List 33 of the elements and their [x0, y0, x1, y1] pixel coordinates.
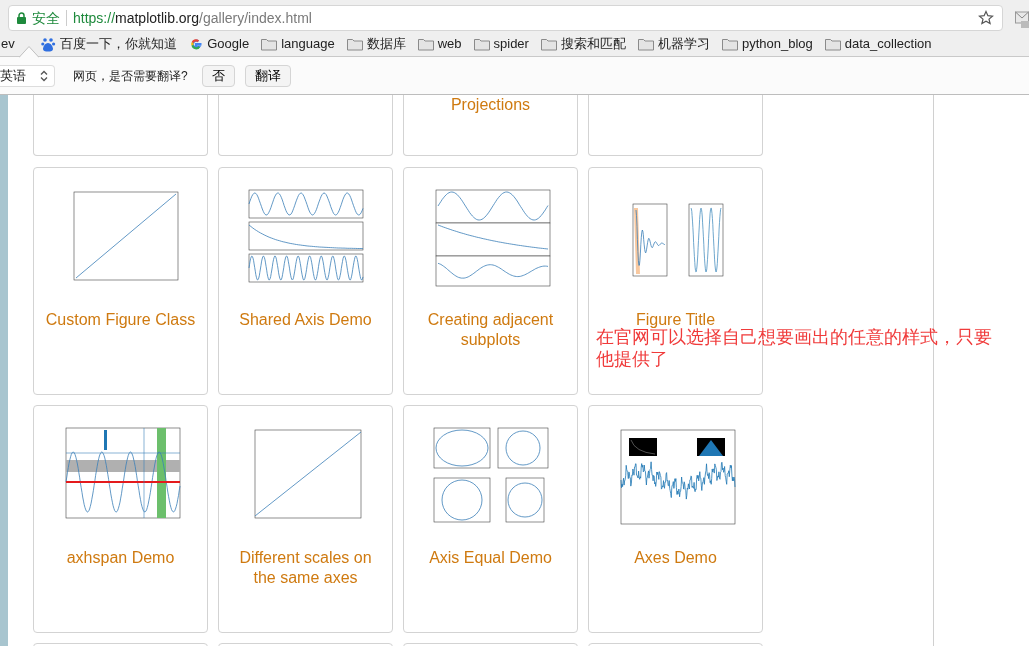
bookmark[interactable]: language — [261, 34, 335, 54]
language-select[interactable]: 英语 — [0, 64, 55, 87]
folder-icon — [637, 37, 654, 51]
paw-icon — [41, 36, 57, 52]
bookmark[interactable]: 百度一下，你就知道 — [41, 34, 178, 54]
folder-icon — [824, 37, 841, 51]
translate-prompt: 网页，是否需要翻译? — [73, 67, 188, 85]
url-text: https://matplotlib.org/gallery/index.html — [73, 8, 312, 28]
security-label: 安全 — [32, 8, 60, 28]
bookmark[interactable]: Google — [189, 34, 250, 54]
bookmark[interactable]: ev — [1, 34, 26, 54]
folder-icon — [540, 37, 557, 51]
address-bar[interactable]: 安全 https://matplotlib.org/gallery/index.html — [8, 5, 1003, 31]
folder-icon — [346, 37, 363, 51]
translate-bar-button[interactable]: 翻译 — [244, 64, 291, 87]
bookmark[interactable]: web — [417, 34, 462, 54]
google-g-icon — [189, 37, 204, 51]
annotation-text: 在官网可以选择自己想要画出的任意的样式，只要他提供了 — [596, 327, 993, 370]
updown-chevron-icon — [40, 69, 48, 82]
bookmark[interactable]: spider — [473, 34, 529, 54]
folder-icon — [261, 37, 278, 51]
bookmark[interactable]: python_blog — [721, 34, 813, 54]
folder-icon — [417, 37, 434, 51]
folder-icon — [721, 37, 738, 51]
lock-icon — [17, 12, 26, 24]
translate-bar-button[interactable]: 否 — [201, 64, 235, 87]
bookmark[interactable]: 搜索和匹配 — [540, 34, 626, 54]
folder-icon — [473, 37, 490, 51]
bookmark[interactable]: 机器学习 — [637, 34, 710, 54]
mail-icon[interactable] — [1015, 10, 1029, 28]
bookmark[interactable]: 数据库 — [346, 34, 406, 54]
star-icon[interactable] — [978, 10, 994, 26]
bookmark[interactable]: data_collection — [824, 34, 932, 54]
